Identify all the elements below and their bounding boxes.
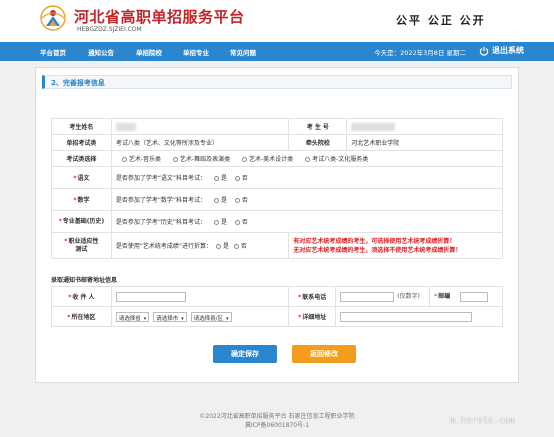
table-row: *数学 是否参加了学考“数学”科目考试： 是 否 bbox=[51, 188, 504, 211]
table-row: *职业适应性 测试 是否使用“艺术统考成绩”进行折算： 是 否 有对应艺术统考成绩… bbox=[51, 232, 503, 259]
name-value bbox=[110, 118, 290, 135]
table-row: 考生姓名 考 生 号 bbox=[51, 118, 503, 135]
postcode-input[interactable] bbox=[460, 291, 488, 302]
table-row: *所在地区 请选择省 ▾ 请选择市 ▾ 请选择县/区 ▾ *详细地址 bbox=[51, 306, 503, 327]
radio-yes[interactable] bbox=[213, 176, 219, 181]
exam-info-table: 考生姓名 考 生 号 单招考试类 考试八类（艺术、文化等所涉及专业） 牵头院校 … bbox=[51, 118, 504, 259]
county-select[interactable]: 请选择县/区 ▾ bbox=[190, 311, 232, 322]
phone-cell: (仅数字) bbox=[335, 286, 431, 307]
site-header: 河北省高职单招服务平台 HEBGZDZ.SJZIEI.COM 公平 公正 公开 bbox=[0, 0, 554, 42]
table-row: 考试类选择 艺术-音乐类 艺术-舞蹈及表演类 艺术-美术设计类 考试八类-文化服… bbox=[51, 150, 504, 167]
option-label: 艺术-美术设计类 bbox=[249, 156, 294, 163]
save-button[interactable]: 确定保存 bbox=[213, 345, 277, 363]
mail-section-label: 录取通知书邮寄地址信息 bbox=[51, 277, 118, 284]
site-domain: HEBGZDZ.SJZIEI.COM bbox=[77, 26, 142, 33]
skill-label: *职业适应性 测试 bbox=[51, 232, 112, 259]
radio-no[interactable] bbox=[233, 244, 239, 249]
recipient-cell bbox=[110, 286, 290, 307]
logout-label: 退出系统 bbox=[492, 46, 524, 55]
region-label: *所在地区 bbox=[51, 306, 112, 327]
exam-no-label: 考 生 号 bbox=[288, 118, 348, 135]
postcode-label: 邮编 bbox=[438, 293, 451, 301]
current-date: 今天是：2022年3月8日 星期二 bbox=[374, 49, 466, 57]
chevron-down-icon: ▾ bbox=[181, 315, 184, 322]
phone-label: *联系电话 bbox=[288, 286, 337, 307]
option-label: 艺术-舞蹈及表演类 bbox=[179, 156, 231, 163]
nav-majors[interactable]: 单招专业 bbox=[183, 47, 209, 57]
site-title: 河北省高职单招服务平台 bbox=[74, 8, 245, 26]
radio-yes[interactable] bbox=[213, 220, 219, 225]
redacted-exam-no bbox=[351, 122, 396, 131]
exam-no-value bbox=[346, 118, 503, 135]
address-label: *详细地址 bbox=[288, 306, 337, 327]
radio-no[interactable] bbox=[234, 220, 240, 225]
chinese-label: *语文 bbox=[51, 166, 112, 189]
table-row: *收 件 人 *联系电话 (仅数字) *邮编 bbox=[51, 286, 503, 307]
phone-input[interactable] bbox=[340, 291, 395, 302]
history-question: 是否参加了学考“历史”科目考试： 是 否 bbox=[110, 210, 504, 233]
table-row: *语文 是否参加了学考“语文”科目考试： 是 否 bbox=[51, 166, 504, 189]
nav-faq[interactable]: 常见问题 bbox=[230, 47, 256, 57]
power-icon bbox=[479, 46, 489, 56]
math-question: 是否参加了学考“数学”科目考试： 是 否 bbox=[110, 188, 504, 211]
slogan: 公平 公正 公开 bbox=[396, 14, 486, 27]
step-title: 2、完善报考信息 bbox=[51, 79, 105, 87]
school-value: 河北艺术职业学院 bbox=[346, 134, 503, 151]
category-value: 考试八类（艺术、文化等所涉及专业） bbox=[110, 134, 290, 151]
radio-culture[interactable] bbox=[305, 157, 311, 162]
radio-design[interactable] bbox=[242, 157, 247, 162]
option-label: 艺术-音乐类 bbox=[128, 156, 161, 163]
step-bar: 2、完善报考信息 bbox=[42, 75, 512, 89]
radio-dance[interactable] bbox=[172, 157, 178, 162]
region-cell: 请选择省 ▾ 请选择市 ▾ 请选择县/区 ▾ bbox=[110, 306, 290, 327]
name-label: 考生姓名 bbox=[51, 118, 112, 135]
category-label: 单招考试类 bbox=[51, 134, 112, 151]
radio-yes[interactable] bbox=[215, 244, 221, 249]
skill-question: 是否使用“艺术统考成绩”进行折算： 是 否 bbox=[110, 232, 290, 259]
main-navbar: 平台首页 通知公告 单招院校 单招专业 常见问题 今天是：2022年3月8日 星… bbox=[0, 42, 554, 61]
category-options: 艺术-音乐类 艺术-舞蹈及表演类 艺术-美术设计类 考试八类-文化服务类 bbox=[110, 150, 504, 167]
city-select[interactable]: 请选择市 ▾ bbox=[153, 311, 187, 322]
chinese-question: 是否参加了学考“语文”科目考试： 是 否 bbox=[110, 166, 504, 189]
nav-notices[interactable]: 通知公告 bbox=[88, 47, 114, 57]
watermark: m.herots.com bbox=[450, 416, 516, 426]
phone-hint: (仅数字) bbox=[397, 293, 420, 301]
nav-schools[interactable]: 单招院校 bbox=[136, 47, 162, 57]
radio-yes[interactable] bbox=[213, 198, 219, 203]
select-label: 考试类选择 bbox=[51, 150, 112, 167]
school-label: 牵头院校 bbox=[288, 134, 348, 151]
recipient-input[interactable] bbox=[115, 291, 186, 302]
province-select[interactable]: 请选择省 ▾ bbox=[115, 311, 150, 322]
logo-icon bbox=[40, 5, 66, 31]
address-cell bbox=[335, 306, 503, 327]
chevron-down-icon: ▾ bbox=[143, 315, 147, 322]
logout-button[interactable]: 退出系统 bbox=[479, 45, 524, 56]
table-row: 单招考试类 考试八类（艺术、文化等所涉及专业） 牵头院校 河北艺术职业学院 bbox=[51, 134, 503, 151]
address-input[interactable] bbox=[340, 311, 473, 322]
history-label: *专业基础(历史) bbox=[51, 210, 112, 233]
radio-music[interactable] bbox=[121, 157, 127, 162]
postcode-cell: *邮编 bbox=[429, 286, 503, 307]
mail-info-table: *收 件 人 *联系电话 (仅数字) *邮编 *所在地区 请选择省 ▾ 请选择市 ▾… bbox=[51, 286, 503, 327]
back-button[interactable]: 返回修改 bbox=[292, 345, 356, 363]
skill-warning: 有对应艺术统考成绩的考生，可选择使用艺术统考成绩折算！ 无对应艺术统考成绩的考生… bbox=[288, 232, 503, 259]
radio-no[interactable] bbox=[234, 198, 240, 203]
math-label: *数学 bbox=[51, 188, 112, 211]
nav-home[interactable]: 平台首页 bbox=[40, 47, 66, 57]
option-label: 考试八类-文化服务类 bbox=[312, 156, 369, 163]
chevron-down-icon: ▾ bbox=[226, 315, 229, 322]
table-row: *专业基础(历史) 是否参加了学考“历史”科目考试： 是 否 bbox=[51, 210, 504, 233]
recipient-label: *收 件 人 bbox=[51, 286, 112, 307]
redacted-name bbox=[115, 122, 136, 131]
radio-no[interactable] bbox=[234, 176, 240, 181]
